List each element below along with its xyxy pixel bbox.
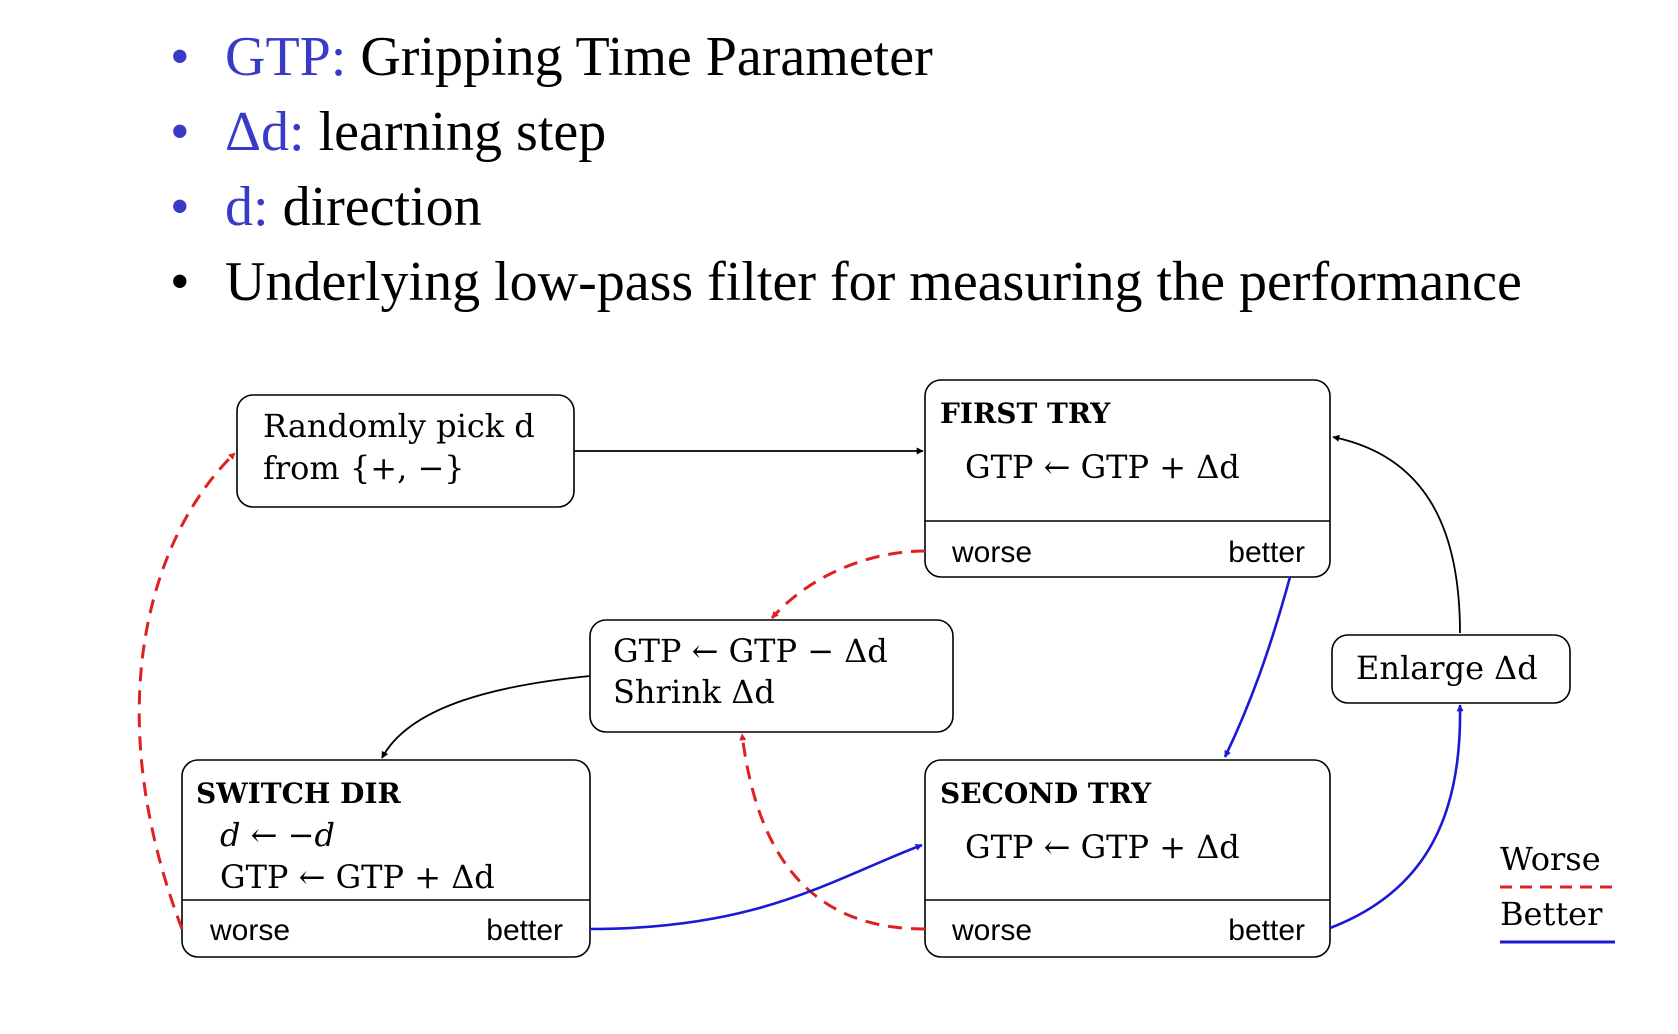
edge-first-try-better-to-second-try [1223, 576, 1292, 758]
enlarge-node: Enlarge Δd [1331, 634, 1571, 704]
edge-undo-to-switch-dir [381, 675, 591, 759]
edge-second-try-worse-to-undo [739, 733, 926, 931]
first-try-node: FIRST TRY GTP ← GTP + Δd worse better [924, 379, 1331, 578]
second-try-title: SECOND TRY [940, 777, 1152, 810]
edge-second-try-better-to-enlarge [1329, 704, 1464, 930]
switch-dir-line1: d ← −d [220, 816, 335, 854]
undo-shrink-node: GTP ← GTP − Δd Shrink Δd [589, 619, 954, 733]
legend-better-label: Better [1500, 895, 1603, 933]
second-try-update: GTP ← GTP + Δd [965, 828, 1240, 866]
second-try-worse-label: worse [951, 914, 1032, 947]
random-pick-node: Randomly pick d from {+, −} [236, 394, 575, 508]
switch-dir-node: SWITCH DIR d ← −d GTP ← GTP + Δd worse b… [181, 759, 591, 958]
second-try-better-label: better [1228, 914, 1305, 947]
first-try-worse-label: worse [951, 536, 1032, 569]
edge-first-try-worse-to-undo [770, 549, 926, 619]
legend-worse-label: Worse [1500, 840, 1601, 878]
enlarge-label: Enlarge Δd [1356, 649, 1538, 687]
state-diagram: Randomly pick d from {+, −} FIRST TRY GT… [137, 379, 1615, 958]
random-pick-line1: Randomly pick d [263, 407, 535, 445]
first-try-better-label: better [1228, 536, 1305, 569]
switch-dir-better-label: better [486, 914, 563, 947]
legend: Worse Better [1500, 840, 1615, 944]
second-try-node: SECOND TRY GTP ← GTP + Δd worse better [924, 759, 1331, 958]
switch-dir-worse-label: worse [209, 914, 290, 947]
undo-shrink-line1: GTP ← GTP − Δd [613, 632, 888, 670]
switch-dir-line2: GTP ← GTP + Δd [220, 858, 495, 896]
first-try-title: FIRST TRY [940, 397, 1111, 430]
undo-shrink-line2: Shrink Δd [613, 673, 775, 711]
first-try-update: GTP ← GTP + Δd [965, 448, 1240, 486]
random-pick-line2: from {+, −} [263, 449, 465, 487]
switch-dir-title: SWITCH DIR [196, 777, 401, 810]
edge-enlarge-to-first-try [1332, 434, 1461, 634]
edge-switch-dir-better-to-second-try [589, 843, 923, 931]
